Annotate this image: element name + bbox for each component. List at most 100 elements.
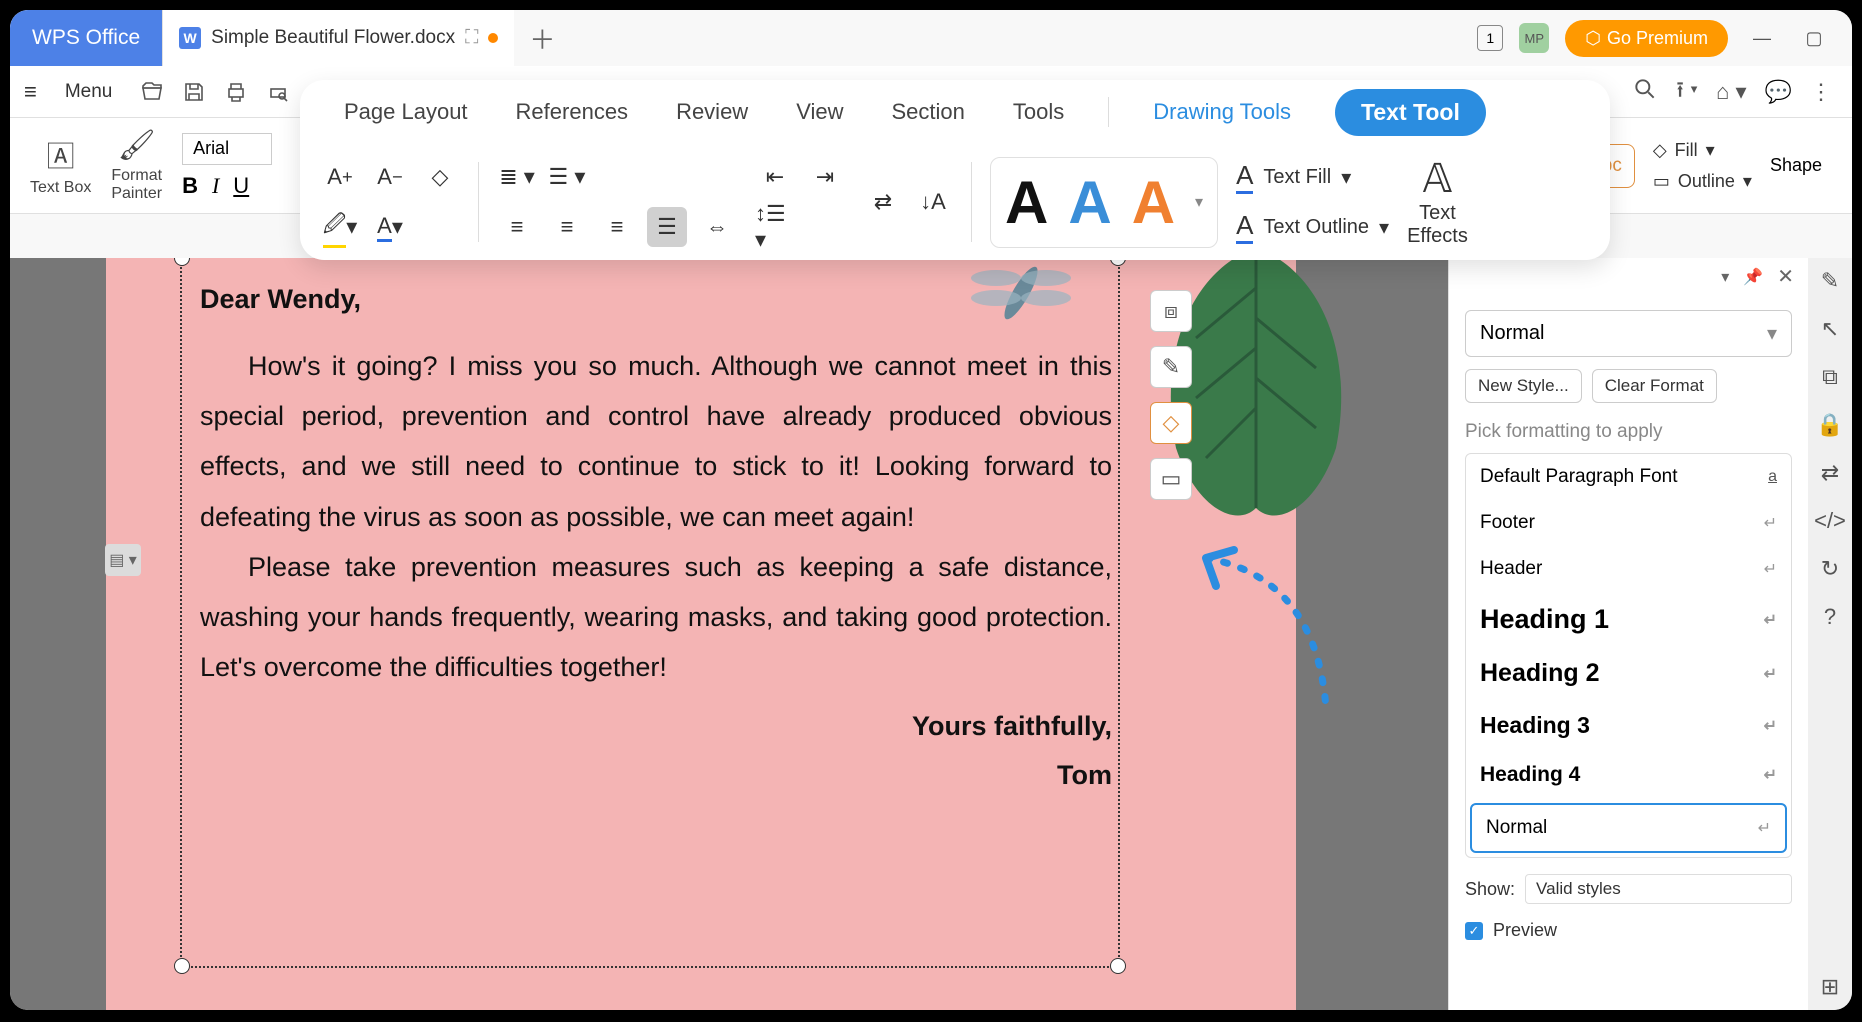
code-rail-icon[interactable]: </> bbox=[1814, 508, 1846, 534]
save-icon[interactable] bbox=[178, 76, 210, 108]
text-outline-button[interactable]: A Text Outline▾ bbox=[1236, 210, 1389, 244]
preview-checkbox[interactable]: ✓ bbox=[1465, 922, 1483, 940]
outline-box-icon[interactable]: ▭ bbox=[1653, 171, 1670, 192]
font-name-select[interactable]: Arial bbox=[182, 133, 272, 165]
style-heading-3[interactable]: Heading 3↵ bbox=[1466, 700, 1791, 751]
print-icon[interactable] bbox=[220, 76, 252, 108]
tab-view[interactable]: View bbox=[792, 93, 847, 131]
bullets-icon[interactable]: ≣ ▾ bbox=[497, 157, 537, 197]
decrease-font-icon[interactable]: A− bbox=[370, 157, 410, 197]
increase-font-icon[interactable]: A+ bbox=[320, 157, 360, 197]
chevron-down-icon[interactable]: ▾ bbox=[1379, 215, 1389, 240]
tab-review[interactable]: Review bbox=[672, 93, 752, 131]
transfer-rail-icon[interactable]: ⇄ bbox=[1821, 460, 1839, 486]
text-fill-icon: A bbox=[1236, 160, 1253, 194]
help-rail-icon[interactable]: ? bbox=[1824, 604, 1836, 630]
share-icon[interactable]: ⭱ ▾ bbox=[1676, 73, 1698, 111]
tab-page-layout[interactable]: Page Layout bbox=[340, 93, 472, 131]
more-icon[interactable]: ⋮ bbox=[1810, 79, 1832, 105]
edit-rail-icon[interactable]: ✎ bbox=[1821, 268, 1839, 294]
numbering-icon[interactable]: ☰ ▾ bbox=[547, 157, 587, 197]
text-fill-button[interactable]: A Text Fill▾ bbox=[1236, 160, 1389, 194]
text-direction-icon[interactable]: ↓A bbox=[913, 182, 953, 222]
text-box-icon[interactable]: 🄰 bbox=[47, 135, 75, 175]
para-icon: ↵ bbox=[1764, 559, 1777, 579]
history-rail-icon[interactable]: ↻ bbox=[1821, 556, 1839, 582]
options-dropdown-icon[interactable]: ▾ bbox=[1721, 267, 1729, 287]
pen-tool-icon[interactable]: ✎ bbox=[1150, 346, 1192, 388]
wrap-square-icon[interactable]: ⧈ bbox=[1150, 290, 1192, 332]
increase-indent-icon[interactable]: ⇥ bbox=[805, 157, 845, 197]
distributed-icon[interactable]: ⇔ bbox=[697, 207, 737, 247]
chevron-down-icon[interactable]: ▾ bbox=[1706, 140, 1715, 161]
tab-drawing-tools[interactable]: Drawing Tools bbox=[1149, 93, 1295, 131]
font-color-icon[interactable]: A ▾ bbox=[370, 207, 410, 247]
highlight-icon[interactable]: 🖉 ▾ bbox=[320, 207, 360, 247]
current-style-select[interactable]: Normal ▾ bbox=[1465, 310, 1792, 357]
style-footer[interactable]: Footer↵ bbox=[1466, 500, 1791, 546]
tab-text-tool[interactable]: Text Tool bbox=[1335, 89, 1486, 136]
format-painter-icon[interactable]: 🖌 bbox=[118, 128, 156, 163]
chevron-down-icon[interactable]: ▾ bbox=[1341, 165, 1351, 190]
new-style-button[interactable]: New Style... bbox=[1465, 369, 1582, 403]
tab-tools[interactable]: Tools bbox=[1009, 93, 1068, 131]
decrease-indent-icon[interactable]: ⇤ bbox=[755, 157, 795, 197]
menu-button[interactable]: Menu bbox=[51, 81, 127, 103]
wordart-dropdown-icon[interactable]: ▾ bbox=[1195, 192, 1203, 212]
underline-button[interactable]: U bbox=[233, 173, 249, 199]
fill-bucket-icon[interactable]: ◇ bbox=[1653, 140, 1667, 161]
text-outline-icon: A bbox=[1236, 210, 1253, 244]
avatar[interactable]: MP bbox=[1519, 23, 1549, 53]
style-heading-4[interactable]: Heading 4↵ bbox=[1466, 751, 1791, 799]
copy-rail-icon[interactable]: ⧉ bbox=[1822, 364, 1838, 390]
search-icon[interactable] bbox=[1632, 76, 1658, 107]
style-heading-1[interactable]: Heading 1↵ bbox=[1466, 592, 1791, 647]
align-center-icon[interactable]: ≡ bbox=[547, 207, 587, 247]
cloud-icon[interactable]: ⌂ ▾ bbox=[1716, 79, 1746, 105]
line-spacing-icon[interactable]: ↕☰ ▾ bbox=[755, 207, 795, 247]
char-spacing-icon[interactable]: ⇄ bbox=[863, 182, 903, 222]
align-justify-icon[interactable]: ☰ bbox=[647, 207, 687, 247]
layout-icon[interactable]: ▭ bbox=[1150, 458, 1192, 500]
close-icon[interactable]: ✕ bbox=[1777, 264, 1794, 289]
tab-document[interactable]: W Simple Beautiful Flower.docx ⛶ bbox=[162, 10, 514, 66]
go-premium-button[interactable]: ⬡ Go Premium bbox=[1565, 20, 1728, 57]
canvas-area[interactable]: ▤ ▾ Dear Wendy, How's it going? I miss y… bbox=[10, 258, 1448, 1010]
style-header[interactable]: Header↵ bbox=[1466, 546, 1791, 592]
window-maximize-button[interactable]: ▢ bbox=[1796, 20, 1832, 56]
preview-label: Preview bbox=[1493, 920, 1557, 941]
comment-icon[interactable]: 💬 bbox=[1765, 79, 1792, 105]
tab-section[interactable]: Section bbox=[888, 93, 969, 131]
tab-add-button[interactable]: ＋ bbox=[514, 10, 570, 66]
chevron-down-icon[interactable]: ▾ bbox=[1743, 171, 1752, 192]
align-left-icon[interactable]: ≡ bbox=[497, 207, 537, 247]
present-icon[interactable]: ⛶ bbox=[465, 27, 478, 49]
style-heading-2[interactable]: Heading 2↵ bbox=[1466, 647, 1791, 700]
show-filter-select[interactable]: Valid styles bbox=[1525, 874, 1792, 904]
cursor-rail-icon[interactable]: ↖ bbox=[1821, 316, 1839, 342]
text-effects-button[interactable]: 𝔸 Text Effects bbox=[1407, 156, 1468, 248]
align-right-icon[interactable]: ≡ bbox=[597, 207, 637, 247]
notification-badge[interactable]: 1 bbox=[1477, 25, 1503, 51]
print-preview-icon[interactable] bbox=[262, 76, 294, 108]
italic-button[interactable]: I bbox=[212, 173, 219, 199]
style-normal[interactable]: Normal↵ bbox=[1470, 803, 1787, 853]
resize-handle[interactable] bbox=[174, 958, 190, 974]
eraser-icon[interactable]: ◇ bbox=[420, 157, 460, 197]
pin-icon[interactable]: 📌 bbox=[1743, 267, 1763, 287]
tab-app-brand[interactable]: WPS Office bbox=[10, 10, 162, 66]
style-default-font[interactable]: Default Paragraph Fonta bbox=[1466, 454, 1791, 500]
lock-rail-icon[interactable]: 🔒 bbox=[1816, 412, 1843, 438]
window-minimize-button[interactable]: — bbox=[1744, 20, 1780, 56]
open-icon[interactable] bbox=[136, 76, 168, 108]
resize-handle[interactable] bbox=[1110, 958, 1126, 974]
grid-rail-icon[interactable]: ⊞ bbox=[1821, 974, 1839, 1000]
wordart-gallery[interactable]: A A A ▾ bbox=[990, 157, 1218, 248]
shape-label[interactable]: Shape bbox=[1770, 155, 1822, 176]
bold-button[interactable]: B bbox=[182, 173, 198, 199]
page-nav-icon[interactable]: ▤ ▾ bbox=[105, 544, 141, 576]
clear-format-button[interactable]: Clear Format bbox=[1592, 369, 1717, 403]
hamburger-icon[interactable]: ≡ bbox=[10, 79, 51, 105]
tab-references[interactable]: References bbox=[512, 93, 633, 131]
shape-fill-icon[interactable]: ◇ bbox=[1150, 402, 1192, 444]
